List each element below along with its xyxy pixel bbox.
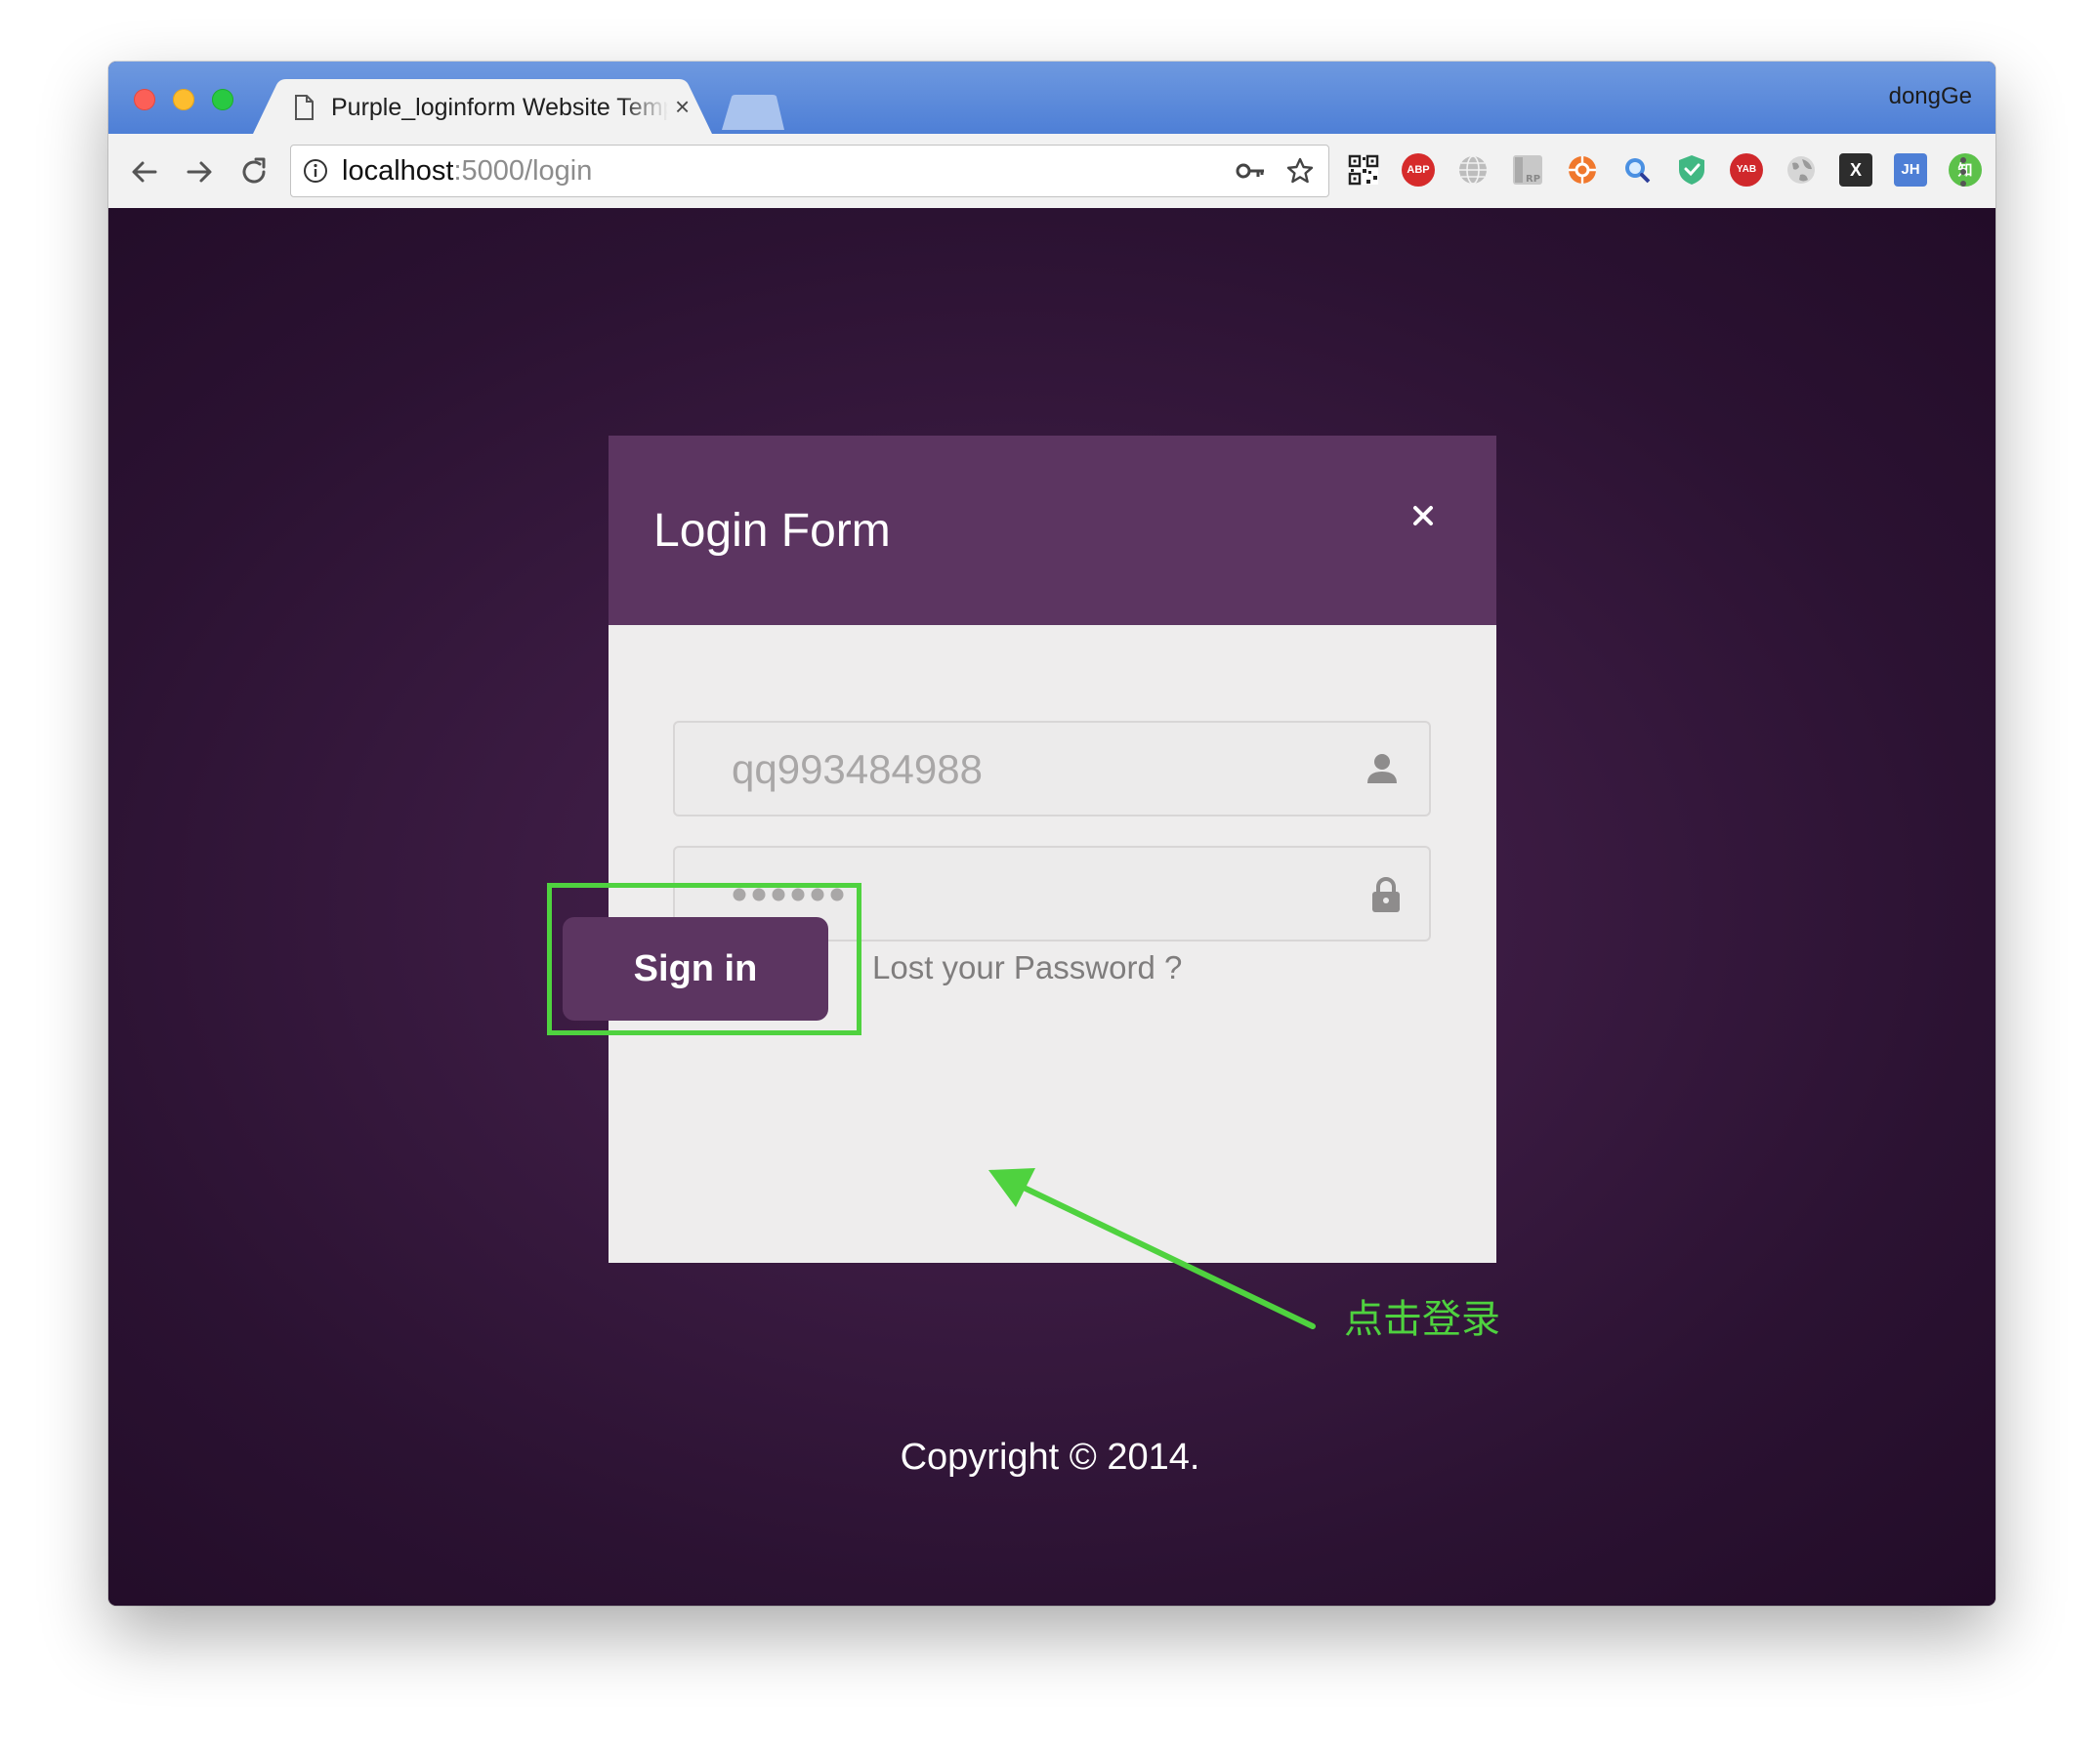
x-extension-icon[interactable]: X: [1839, 153, 1872, 187]
document-icon: [295, 95, 314, 120]
svg-text:RP: RP: [1526, 174, 1540, 185]
close-icon[interactable]: [1409, 502, 1437, 529]
bookmark-star-icon[interactable]: [1285, 156, 1315, 186]
sign-in-button[interactable]: Sign in: [563, 917, 828, 1021]
menu-dots-icon[interactable]: [1958, 155, 1968, 188]
close-window-button[interactable]: [134, 89, 155, 110]
username-input[interactable]: qq993484988: [673, 721, 1431, 816]
new-tab-button[interactable]: [722, 95, 784, 130]
jh-extension-icon[interactable]: JH: [1894, 153, 1927, 187]
rp-icon[interactable]: RP: [1511, 153, 1544, 187]
grey-globe-icon[interactable]: [1785, 153, 1818, 187]
screenshot-stage: Purple_loginform Website Template × dong…: [0, 0, 2100, 1758]
user-icon: [1367, 754, 1397, 783]
page-content: Login Form qq993484988: [108, 208, 1995, 1606]
active-tab[interactable]: Purple_loginform Website Template ×: [253, 79, 712, 134]
url-host: localhost: [342, 155, 454, 187]
search-extension-icon[interactable]: [1620, 153, 1654, 187]
key-icon[interactable]: [1235, 158, 1266, 184]
yab-icon[interactable]: YAB: [1730, 153, 1763, 187]
url-text: localhost:5000/login: [342, 156, 592, 186]
globe-icon[interactable]: [1456, 153, 1490, 187]
reload-icon[interactable]: [237, 155, 271, 188]
tab-close-icon[interactable]: ×: [675, 93, 690, 120]
forward-arrow-icon[interactable]: [183, 155, 216, 188]
profile-name[interactable]: dongGe: [1889, 83, 1972, 110]
tab-title: Purple_loginform Website Template: [331, 94, 668, 121]
copyright-text: Copyright © 2014.: [900, 1437, 1200, 1478]
browser-window: Purple_loginform Website Template × dong…: [108, 62, 1995, 1606]
lost-password-link[interactable]: Lost your Password ?: [872, 948, 1182, 987]
browser-titlebar: Purple_loginform Website Template × dong…: [108, 62, 1995, 134]
modal-title: Login Form: [653, 505, 891, 557]
url-path: :5000/login: [453, 155, 593, 187]
address-bar[interactable]: localhost:5000/login: [290, 145, 1329, 197]
qr-code-icon[interactable]: [1347, 153, 1380, 187]
adblock-icon[interactable]: ABP: [1402, 153, 1435, 187]
info-icon[interactable]: [303, 158, 328, 184]
modal-header: Login Form: [609, 436, 1496, 625]
orange-extension-icon[interactable]: [1566, 153, 1599, 187]
minimize-window-button[interactable]: [173, 89, 194, 110]
annotation-label: 点击登录: [1344, 1297, 1500, 1342]
maximize-window-button[interactable]: [212, 89, 233, 110]
lock-icon: [1372, 877, 1400, 912]
vue-devtools-icon[interactable]: [1675, 153, 1708, 187]
username-value: qq993484988: [732, 746, 983, 792]
login-modal: Login Form qq993484988: [609, 436, 1496, 1263]
browser-toolbar: localhost:5000/login ABP RP YAB X JH: [108, 134, 1995, 209]
back-arrow-icon[interactable]: [128, 155, 161, 188]
